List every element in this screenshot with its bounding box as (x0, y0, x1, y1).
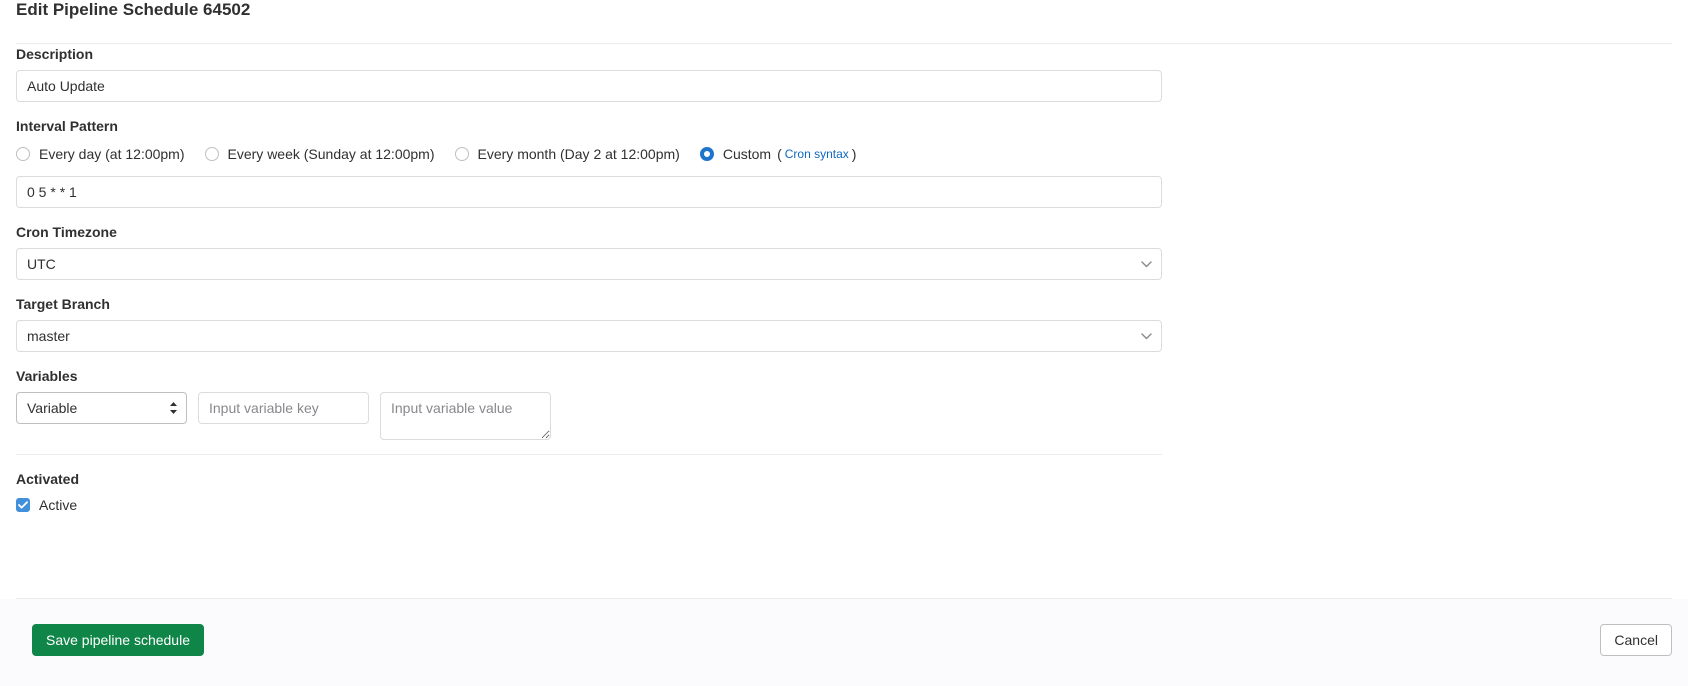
cron-syntax-link[interactable]: Cron syntax (785, 144, 849, 164)
cron-timezone-label: Cron Timezone (16, 224, 117, 240)
radio-custom[interactable]: Custom ( Cron syntax ) (699, 144, 857, 164)
cron-timezone-select-wrap[interactable]: UTC (16, 248, 1162, 280)
cron-timezone-select[interactable]: UTC (16, 248, 1162, 280)
paren-open: ( (777, 146, 782, 162)
schedule-form: Description Interval Pattern Every day (… (0, 44, 1688, 515)
cron-expression-input[interactable] (16, 176, 1162, 208)
active-checkbox-label: Active (39, 497, 78, 513)
cron-timezone-group: Cron Timezone UTC (16, 222, 1672, 280)
description-input[interactable] (16, 70, 1162, 102)
interval-pattern-radio-group: Every day (at 12:00pm) Every week (Sunda… (16, 142, 1672, 166)
radio-custom-label: Custom (722, 146, 772, 162)
variable-type-select[interactable]: Variable (16, 392, 187, 424)
activated-label: Activated (16, 471, 80, 487)
radio-every-day-label: Every day (at 12:00pm) (39, 146, 185, 162)
variable-value-textarea[interactable] (380, 392, 551, 440)
radio-every-day-indicator[interactable] (16, 147, 30, 161)
page-title: Edit Pipeline Schedule 64502 (16, 0, 251, 19)
target-branch-label: Target Branch (16, 296, 110, 312)
paren-close: ) (851, 146, 857, 162)
interval-pattern-label: Interval Pattern (16, 118, 118, 134)
form-footer: Save pipeline schedule Cancel (0, 599, 1688, 686)
active-checkbox[interactable] (16, 498, 30, 512)
target-branch-select[interactable]: master (16, 320, 1162, 352)
activated-group: Activated Active (16, 469, 1672, 515)
variable-type-select-wrap[interactable]: Variable (16, 392, 187, 424)
description-label: Description (16, 46, 94, 62)
radio-every-day[interactable]: Every day (at 12:00pm) (16, 144, 185, 164)
radio-every-month-label: Every month (Day 2 at 12:00pm) (477, 146, 680, 162)
target-branch-group: Target Branch master (16, 294, 1672, 352)
active-checkbox-row[interactable]: Active (16, 495, 1672, 515)
variable-key-input[interactable] (198, 392, 369, 424)
interval-pattern-group: Interval Pattern Every day (at 12:00pm) … (16, 116, 1672, 208)
cancel-button[interactable]: Cancel (1600, 624, 1672, 656)
variables-label: Variables (16, 368, 78, 384)
description-group: Description (16, 44, 1672, 102)
radio-every-week-label: Every week (Sunday at 12:00pm) (227, 146, 435, 162)
target-branch-select-wrap[interactable]: master (16, 320, 1162, 352)
variable-row: Variable (16, 392, 1672, 440)
radio-every-month[interactable]: Every month (Day 2 at 12:00pm) (454, 144, 680, 164)
save-pipeline-schedule-button[interactable]: Save pipeline schedule (32, 624, 204, 656)
radio-custom-indicator[interactable] (699, 147, 714, 161)
radio-every-week-indicator[interactable] (204, 147, 219, 161)
radio-every-week[interactable]: Every week (Sunday at 12:00pm) (204, 144, 435, 164)
variables-group: Variables Variable (16, 366, 1672, 440)
variables-divider (16, 454, 1162, 455)
edit-pipeline-schedule-page: Edit Pipeline Schedule 64502 Description… (0, 0, 1688, 686)
radio-every-month-indicator[interactable] (454, 147, 469, 161)
